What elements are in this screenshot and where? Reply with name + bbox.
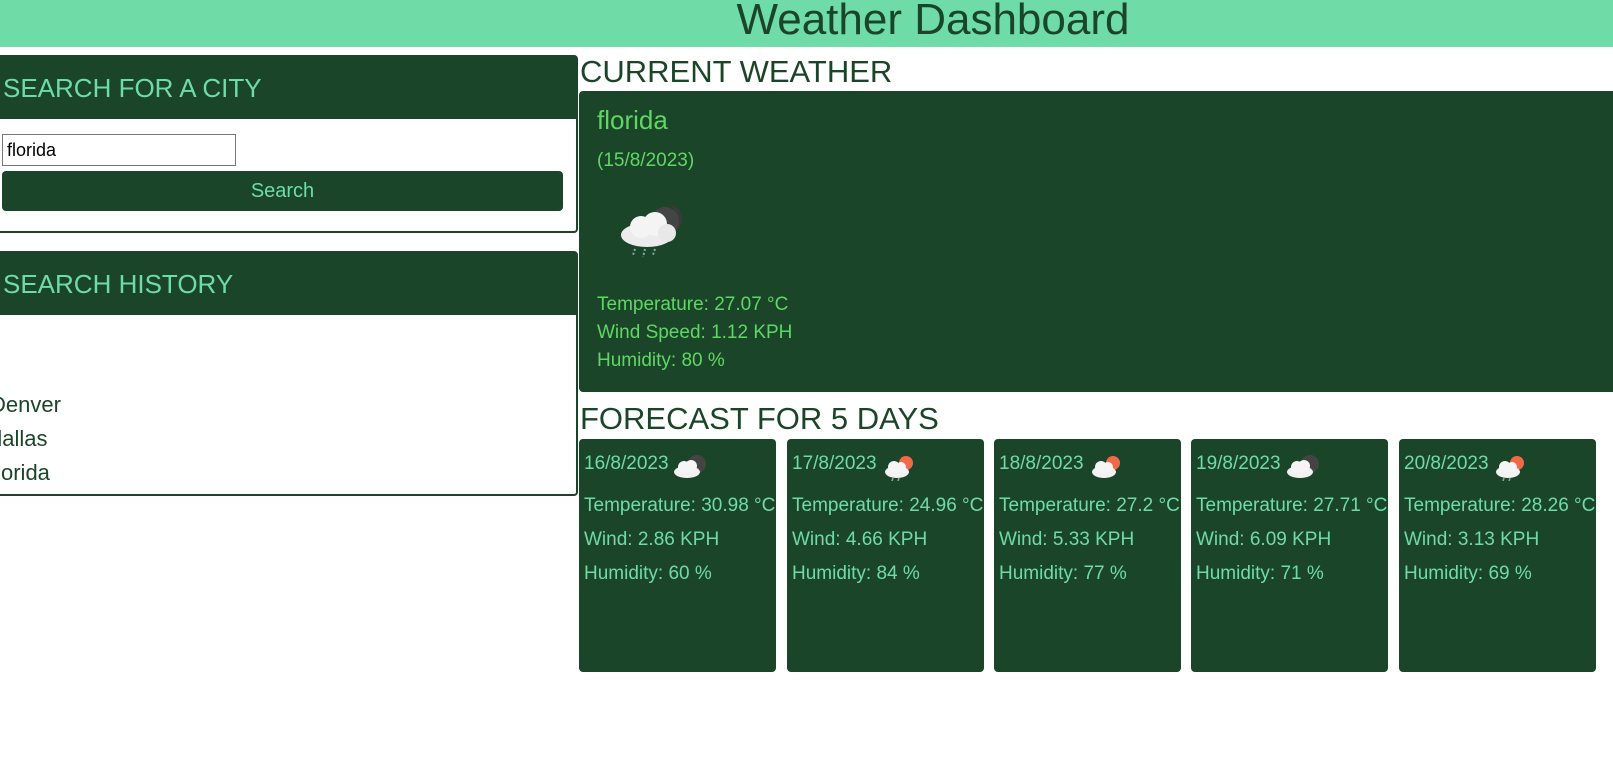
forecast-date: 18/8/2023 [999,453,1084,474]
forecast-heading: FORECAST FOR 5 DAYS [580,401,939,436]
history-item-denver[interactable]: Denver [0,388,61,422]
search-history-panel: SEARCH HISTORY Denver dallas florida [0,251,578,496]
cloud-sun-icon [885,456,913,481]
forecast-card-day-4: 19/8/2023 Temperature: 27.71 °C Wind: 6.… [1191,439,1388,672]
current-temperature: Temperature: 27.07 °C [597,294,789,315]
forecast-temperature: Temperature: 24.96 °C [792,495,984,516]
forecast-date: 16/8/2023 [584,453,669,474]
forecast-date: 20/8/2023 [1404,453,1489,474]
current-date: (15/8/2023) [597,150,695,171]
forecast-date: 19/8/2023 [1196,453,1281,474]
forecast-humidity: Humidity: 69 % [1404,563,1532,584]
history-list: Denver dallas florida [0,388,61,490]
cloud-night-icon [1287,455,1319,478]
forecast-card-day-2: 17/8/2023 Temperature: 24.96 °C Wind: 4.… [787,439,984,672]
page-title: Weather Dashboard [736,0,1130,44]
forecast-temperature: Temperature: 28.26 °C [1404,495,1596,516]
cloud-sun-icon [1496,456,1524,481]
forecast-wind: Wind: 6.09 KPH [1196,529,1332,550]
forecast-humidity: Humidity: 60 % [584,563,712,584]
city-search-input[interactable] [2,134,236,166]
forecast-wind: Wind: 3.13 KPH [1404,529,1540,550]
forecast-humidity: Humidity: 77 % [999,563,1127,584]
forecast-temperature: Temperature: 27.71 °C [1196,495,1388,516]
forecast-card-day-5: 20/8/2023 Temperature: 28.26 °C Wind: 3.… [1399,439,1596,672]
current-weather-heading: CURRENT WEATHER [580,54,893,89]
forecast-humidity: Humidity: 84 % [792,563,920,584]
current-weather-card: florida (15/8/2023) Temperature: 27.07 °… [579,91,1613,392]
search-panel: SEARCH FOR A CITY Search [0,55,578,233]
current-humidity: Humidity: 80 % [597,350,725,371]
history-item-florida[interactable]: florida [0,456,61,490]
forecast-temperature: Temperature: 27.2 °C [999,495,1180,516]
forecast-temperature: Temperature: 30.98 °C [584,495,776,516]
cloud-sun-icon [1092,456,1120,478]
forecast-date: 17/8/2023 [792,453,877,474]
search-heading: SEARCH FOR A CITY [0,57,576,119]
history-item-dallas[interactable]: dallas [0,422,61,456]
forecast-card-day-3: 18/8/2023 Temperature: 27.2 °C Wind: 5.3… [994,439,1181,672]
search-history-heading: SEARCH HISTORY [0,253,576,315]
current-city: florida [597,105,668,135]
search-button[interactable]: Search [2,171,563,211]
current-wind-speed: Wind Speed: 1.12 KPH [597,322,793,343]
cloud-night-icon [674,455,706,478]
forecast-wind: Wind: 5.33 KPH [999,529,1135,550]
forecast-wind: Wind: 2.86 KPH [584,529,720,550]
rain-cloud-night-icon [621,202,682,258]
forecast-card-day-1: 16/8/2023 Temperature: 30.98 °C Wind: 2.… [579,439,776,672]
header-bar: Weather Dashboard [0,0,1613,47]
forecast-wind: Wind: 4.66 KPH [792,529,928,550]
forecast-humidity: Humidity: 71 % [1196,563,1324,584]
